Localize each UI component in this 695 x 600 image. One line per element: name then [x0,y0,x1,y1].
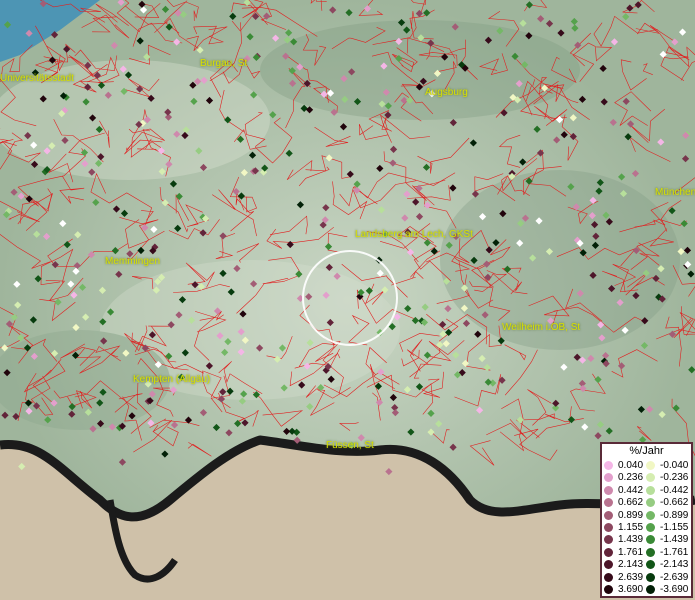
legend: %/Jahr 0.040 0.236 0.442 0.662 0.899 1.155 1.4… [600,442,693,598]
legend-label: -0.442 [660,484,689,496]
legend-swatch [646,523,655,532]
legend-swatch [604,498,613,508]
legend-swatch [604,572,613,582]
legend-swatch [604,535,613,545]
city-label: Landsberg am Lech, GKSt [355,229,473,240]
city-label: Weilheim i.OB, St [502,322,581,333]
legend-label: -2.639 [660,571,689,583]
legend-swatch [646,535,655,545]
city-label: Universitätsstadt [0,73,74,84]
legend-label: -3.690 [660,584,689,595]
legend-swatch [646,547,655,557]
legend-label: 0.899 [618,509,644,521]
legend-swatch [646,461,655,470]
legend-swatch [604,510,613,520]
legend-label: 0.236 [618,472,644,484]
legend-swatch [646,498,655,508]
legend-label: -2.143 [660,559,689,571]
legend-swatch [646,473,655,483]
legend-label: 3.690 [618,584,644,595]
legend-swatch [604,473,613,483]
legend-swatch [646,510,655,520]
legend-swatch [604,585,613,594]
legend-label: 2.639 [618,571,644,583]
legend-label: -0.662 [660,497,689,509]
legend-label: -1.761 [660,546,689,558]
legend-swatch [646,585,655,594]
legend-swatch [604,461,613,470]
legend-swatch [646,560,655,570]
legend-label: 0.662 [618,497,644,509]
legend-label: 1.155 [618,522,644,533]
legend-title: %/Jahr [629,445,664,457]
legend-swatch [604,560,613,570]
legend-label: -0.899 [660,509,689,521]
city-label: Kempten (Allgäu) [133,374,211,385]
city-label: München [655,187,695,198]
city-label: Burgau, St [200,58,248,69]
legend-label: 2.143 [618,559,644,571]
legend-label: -1.155 [660,522,689,533]
city-label: Augsburg [425,87,468,98]
city-label: Memmingen [105,256,161,267]
legend-label: 1.439 [618,534,644,546]
legend-label: 0.442 [618,484,644,496]
legend-swatch [604,547,613,557]
legend-swatch [604,523,613,532]
legend-swatch [646,572,655,582]
legend-label: -0.040 [660,460,689,471]
map-canvas[interactable] [0,0,695,600]
legend-swatch [646,485,655,495]
legend-label: -0.236 [660,472,689,484]
city-label: Füssen, St [326,440,374,451]
legend-label: -1.439 [660,534,689,546]
legend-swatch [604,485,613,495]
legend-label: 0.040 [618,460,644,471]
legend-label: 1.761 [618,546,644,558]
